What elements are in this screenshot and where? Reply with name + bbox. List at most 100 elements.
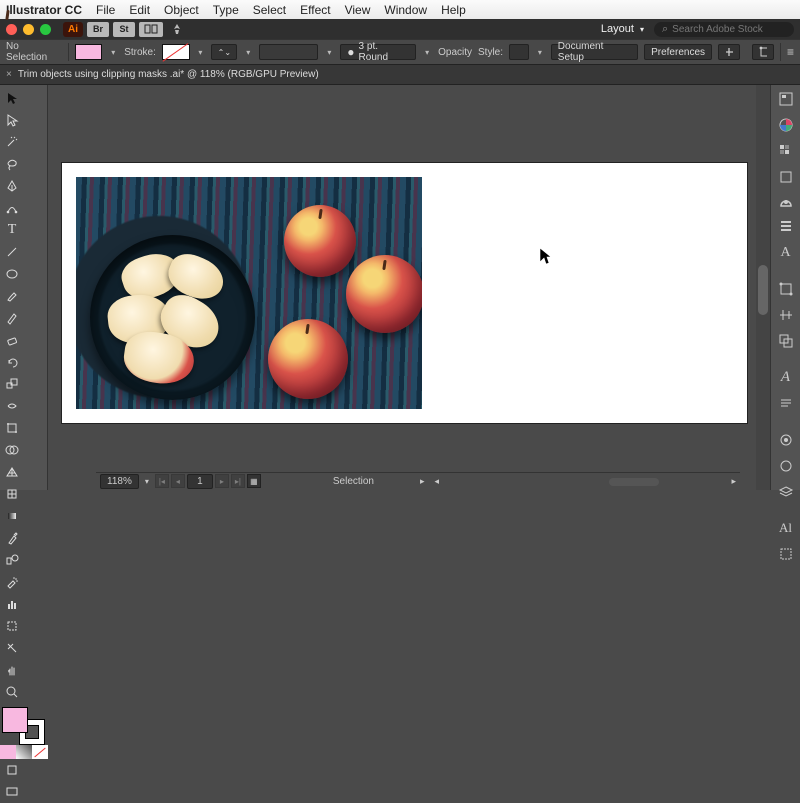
zoom-input[interactable]: 118% [100, 474, 139, 489]
properties-panel-icon[interactable] [777, 91, 795, 107]
screen-mode-icon[interactable] [0, 781, 24, 803]
window-zoom-icon[interactable] [40, 24, 51, 35]
var-width-dd[interactable]: ▾ [324, 44, 334, 60]
magic-wand-tool[interactable] [0, 131, 24, 153]
menu-file[interactable]: File [96, 3, 115, 17]
zoom-tool[interactable] [0, 681, 24, 703]
prev-artboard-button[interactable]: ◂ [171, 474, 185, 488]
artboard-nav-button[interactable]: ▦ [247, 474, 261, 488]
artboards-panel-icon[interactable] [777, 546, 795, 562]
cc-libraries-panel-icon[interactable] [777, 195, 795, 209]
gradient-tool[interactable] [0, 505, 24, 527]
slice-tool[interactable] [0, 637, 24, 659]
none-mode-icon[interactable] [32, 745, 48, 759]
shape-builder-tool[interactable] [0, 439, 24, 461]
menu-window[interactable]: Window [384, 3, 427, 17]
menu-object[interactable]: Object [164, 3, 199, 17]
document-setup-button[interactable]: Document Setup [551, 44, 638, 60]
window-close-icon[interactable] [6, 24, 17, 35]
swatches-panel-icon[interactable] [777, 143, 795, 159]
blend-tool[interactable] [0, 549, 24, 571]
line-tool[interactable] [0, 241, 24, 263]
stroke-panel-icon[interactable] [777, 219, 795, 235]
menu-app[interactable]: Illustrator CC [6, 3, 82, 17]
fill-dropdown[interactable]: ▾ [108, 44, 118, 60]
direct-selection-tool[interactable] [0, 109, 24, 131]
color-panel-icon[interactable] [777, 117, 795, 133]
document-tab[interactable]: × Trim objects using clipping masks .ai*… [0, 65, 800, 85]
brushes-panel-icon[interactable] [777, 169, 795, 185]
align-button[interactable] [718, 44, 740, 60]
panel-menu-icon[interactable]: ≡ [787, 45, 794, 59]
chevron-right-icon[interactable]: ▸ [420, 476, 425, 487]
ellipse-tool[interactable] [0, 263, 24, 285]
last-artboard-button[interactable]: ▸| [231, 474, 245, 488]
hscroll-thumb[interactable] [609, 478, 659, 486]
type-tool[interactable]: T [0, 219, 24, 241]
gradient-mode-icon[interactable] [16, 745, 32, 759]
canvas[interactable]: 118% ▾ |◂ ◂ 1 ▸ ▸| ▦ Selection ▸ ◂ ▸ [48, 85, 770, 490]
fill-stroke-control[interactable] [2, 707, 45, 745]
scroll-thumb[interactable] [758, 265, 768, 315]
lasso-tool[interactable] [0, 153, 24, 175]
menu-select[interactable]: Select [253, 3, 286, 17]
close-tab-icon[interactable]: × [6, 69, 12, 80]
menu-view[interactable]: View [345, 3, 371, 17]
workspace-switcher[interactable]: Layout ▾ [601, 23, 644, 35]
chevron-down-icon[interactable]: ▾ [145, 477, 149, 486]
character-panel-icon[interactable]: A [777, 245, 795, 261]
stroke-weight-input[interactable]: ⌃⌄ [211, 44, 237, 60]
symbol-sprayer-tool[interactable] [0, 571, 24, 593]
artboard-number[interactable]: 1 [187, 474, 213, 489]
type-character-icon[interactable]: A [777, 369, 795, 386]
bridge-button[interactable]: Br [87, 22, 109, 37]
scale-tool[interactable] [0, 373, 24, 395]
stock-button[interactable]: St [113, 22, 135, 37]
menu-type[interactable]: Type [213, 3, 239, 17]
paintbrush-tool[interactable] [0, 285, 24, 307]
pen-tool[interactable] [0, 175, 24, 197]
search-input[interactable]: Search Adobe Stock [654, 22, 794, 37]
transform-panel-icon[interactable] [777, 281, 795, 297]
preferences-button[interactable]: Preferences [644, 44, 712, 60]
next-artboard-button[interactable]: ▸ [215, 474, 229, 488]
menu-edit[interactable]: Edit [129, 3, 150, 17]
mesh-tool[interactable] [0, 483, 24, 505]
paragraph-panel-icon[interactable] [777, 396, 795, 412]
appearance-panel-icon[interactable] [777, 432, 795, 448]
hscroll-left-icon[interactable]: ◂ [435, 476, 440, 487]
transform-panel-button[interactable] [752, 44, 774, 60]
style-dd[interactable]: ▾ [535, 44, 545, 60]
column-graph-tool[interactable] [0, 593, 24, 615]
window-minimize-icon[interactable] [23, 24, 34, 35]
eraser-tool[interactable] [0, 329, 24, 351]
selection-tool[interactable] [0, 87, 24, 109]
stroke-dropdown[interactable]: ▾ [196, 44, 206, 60]
rotate-tool[interactable] [0, 351, 24, 373]
vertical-scrollbar[interactable] [756, 85, 770, 490]
hand-tool[interactable] [0, 659, 24, 681]
fill-color-icon[interactable] [2, 707, 28, 733]
layers-panel-icon[interactable] [777, 484, 795, 500]
menu-help[interactable]: Help [441, 3, 466, 17]
curvature-tool[interactable] [0, 197, 24, 219]
brush-preset[interactable]: ● 3 pt. Round [340, 44, 416, 60]
pathfinder-panel-icon[interactable] [777, 333, 795, 349]
menu-effect[interactable]: Effect [300, 3, 330, 17]
first-artboard-button[interactable]: |◂ [155, 474, 169, 488]
gpu-indicator-icon[interactable] [167, 22, 187, 37]
artboard-tool[interactable] [0, 615, 24, 637]
color-mode-icon[interactable] [0, 745, 16, 759]
perspective-tool[interactable] [0, 461, 24, 483]
width-tool[interactable] [0, 395, 24, 417]
graphic-styles-panel-icon[interactable] [777, 458, 795, 474]
draw-normal-icon[interactable] [0, 759, 24, 781]
align-panel-icon[interactable] [777, 307, 795, 323]
eyedropper-tool[interactable] [0, 527, 24, 549]
pencil-tool[interactable] [0, 307, 24, 329]
free-transform-tool[interactable] [0, 417, 24, 439]
placed-image[interactable] [76, 177, 422, 409]
hscroll-right-icon[interactable]: ▸ [731, 476, 736, 487]
stroke-weight-dd[interactable]: ▾ [243, 44, 253, 60]
brush-preset-dd[interactable]: ▾ [422, 44, 432, 60]
